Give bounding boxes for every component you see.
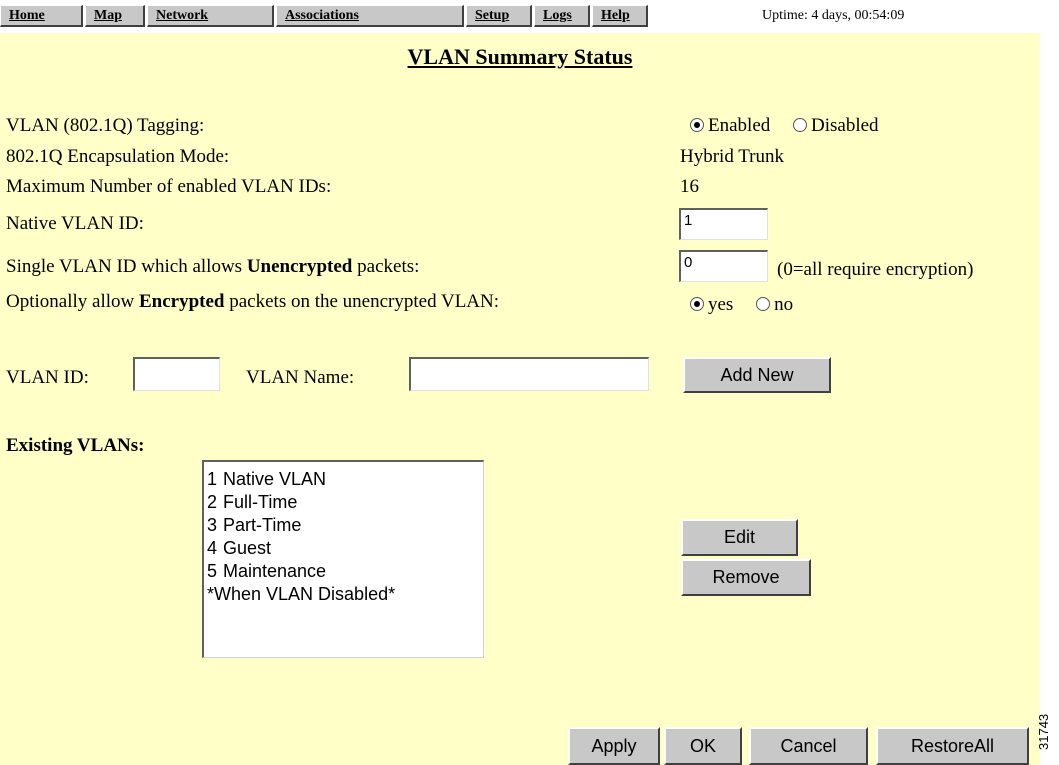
list-item[interactable]: 1 Native VLAN: [207, 468, 480, 491]
figure-code: 31743: [1036, 713, 1051, 750]
top-navigation-bar: Home Map Network Associations Setup Logs…: [0, 0, 1040, 33]
allow-encrypted-no-radio[interactable]: [756, 297, 771, 312]
allow-encrypted-label: Optionally allow Encrypted packets on th…: [6, 291, 499, 313]
list-item-number: 3: [207, 515, 218, 535]
vlan-id-input[interactable]: [133, 357, 220, 391]
list-item-name: Native VLAN: [223, 469, 327, 489]
unencrypted-label-bold: Unencrypted: [246, 256, 353, 277]
list-item-name: Full-Time: [223, 492, 298, 512]
tagging-radio-group: Enabled Disabled: [690, 115, 897, 137]
cancel-button[interactable]: Cancel: [749, 727, 868, 765]
allow-encrypted-label-pre: Optionally allow: [6, 291, 139, 312]
existing-vlans-listbox[interactable]: 1 Native VLAN 2 Full-Time 3 Part-Time 4 Gues…: [202, 460, 484, 658]
unencrypted-label-pre: Single VLAN ID which allows: [6, 256, 247, 277]
uptime-text: Uptime: 4 days, 00:54:09: [762, 8, 905, 23]
remove-button[interactable]: Remove: [681, 559, 811, 596]
list-item-number: 2: [207, 492, 218, 512]
restore-all-button[interactable]: RestoreAll: [876, 727, 1029, 765]
list-item[interactable]: *When VLAN Disabled*: [207, 583, 480, 606]
page-title: VLAN Summary Status: [407, 44, 633, 69]
nav-map-link[interactable]: Map: [85, 5, 145, 27]
encapsulation-value: Hybrid Trunk: [680, 146, 784, 167]
tagging-enabled-option[interactable]: Enabled: [690, 115, 770, 136]
list-item-name: Part-Time: [223, 515, 302, 535]
allow-encrypted-radio-group: yes no: [690, 294, 811, 316]
list-item-number: 5: [207, 561, 218, 581]
list-item-number: 1: [207, 469, 218, 489]
vlan-id-label: VLAN ID:: [6, 367, 89, 388]
unencrypted-vlan-hint: (0=all require encryption): [777, 259, 974, 280]
max-vlans-label: Maximum Number of enabled VLAN IDs:: [6, 176, 332, 197]
nav-network-link[interactable]: Network: [147, 5, 274, 27]
native-vlan-label: Native VLAN ID:: [6, 213, 144, 234]
nav-home-link[interactable]: Home: [0, 5, 83, 27]
list-item-name: Maintenance: [223, 561, 327, 581]
allow-encrypted-no-option[interactable]: no: [756, 294, 793, 315]
vlan-name-input[interactable]: [409, 357, 649, 391]
list-item-number: 4: [207, 538, 218, 558]
tagging-label: VLAN (802.1Q) Tagging:: [6, 115, 205, 136]
max-vlans-value: 16: [680, 176, 699, 197]
list-item[interactable]: 3 Part-Time: [207, 514, 480, 537]
list-item[interactable]: 5 Maintenance: [207, 560, 480, 583]
unencrypted-vlan-input[interactable]: 0: [679, 250, 768, 282]
list-item-name: *When VLAN Disabled*: [207, 584, 396, 604]
nav-associations-link[interactable]: Associations: [276, 5, 464, 27]
list-item-name: Guest: [223, 538, 272, 558]
nav-setup-link[interactable]: Setup: [466, 5, 532, 27]
tagging-enabled-label: Enabled: [708, 115, 771, 136]
nav-menu: Home Map Network Associations Setup Logs…: [0, 5, 650, 27]
ok-button[interactable]: OK: [664, 727, 742, 765]
existing-vlans-heading: Existing VLANs:: [6, 435, 145, 456]
encapsulation-label: 802.1Q Encapsulation Mode:: [6, 146, 230, 167]
list-item[interactable]: 2 Full-Time: [207, 491, 480, 514]
nav-logs-link[interactable]: Logs: [534, 5, 590, 27]
apply-button[interactable]: Apply: [568, 727, 660, 765]
allow-encrypted-label-post: packets on the unencrypted VLAN:: [224, 291, 500, 312]
add-new-button[interactable]: Add New: [683, 357, 831, 393]
allow-encrypted-yes-option[interactable]: yes: [690, 294, 733, 315]
native-vlan-input[interactable]: 1: [679, 208, 768, 240]
tagging-disabled-option[interactable]: Disabled: [793, 115, 879, 136]
allow-encrypted-yes-radio[interactable]: [690, 297, 704, 312]
unencrypted-vlan-label: Single VLAN ID which allows Unencrypted …: [6, 256, 419, 278]
vlan-name-label: VLAN Name:: [246, 367, 355, 388]
allow-encrypted-yes-label: yes: [708, 294, 734, 315]
allow-encrypted-label-bold: Encrypted: [138, 291, 225, 312]
tagging-enabled-radio[interactable]: [690, 118, 704, 133]
edit-button[interactable]: Edit: [681, 519, 798, 556]
allow-encrypted-no-label: no: [774, 294, 794, 315]
nav-help-link[interactable]: Help: [592, 5, 648, 27]
tagging-disabled-radio[interactable]: [793, 118, 808, 133]
tagging-disabled-label: Disabled: [811, 115, 879, 136]
list-item[interactable]: 4 Guest: [207, 537, 480, 560]
unencrypted-label-post: packets:: [352, 256, 420, 277]
